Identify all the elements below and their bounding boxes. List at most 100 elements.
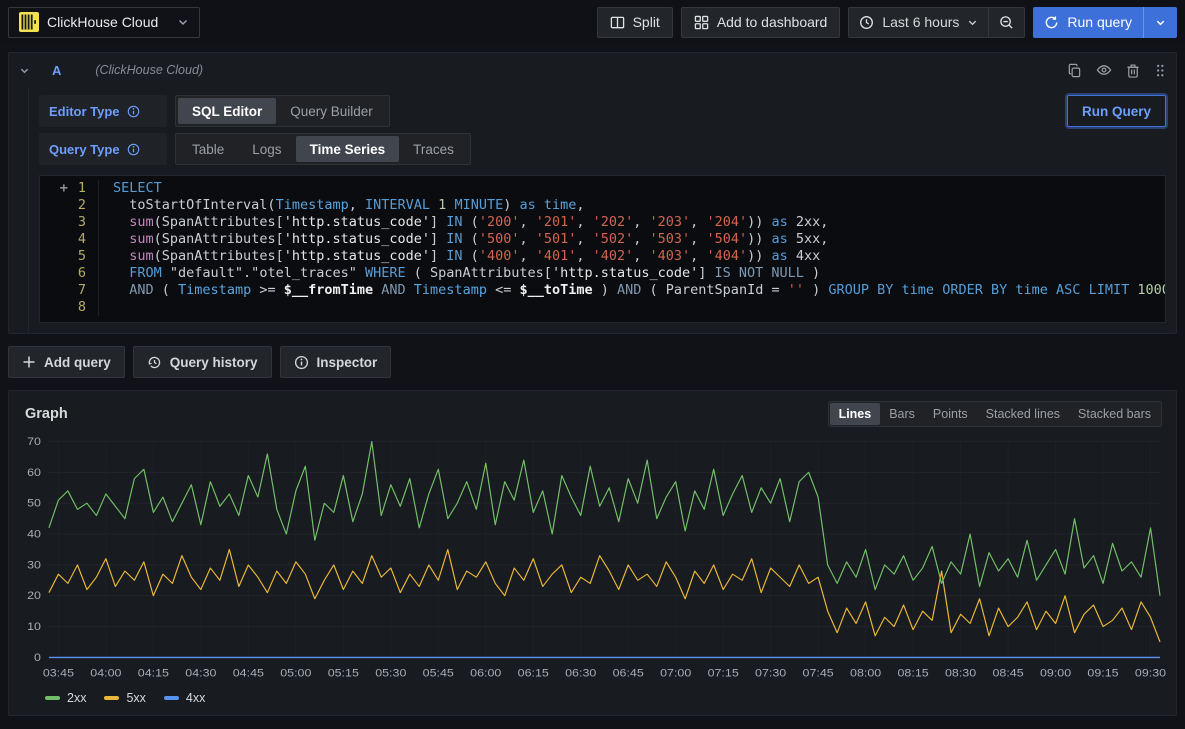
svg-text:06:45: 06:45 [613, 667, 645, 679]
sync-icon [1044, 15, 1059, 30]
legend-label: 4xx [186, 691, 205, 705]
graph-mode-option-bars[interactable]: Bars [880, 403, 924, 425]
code-line[interactable]: 5 sum(SpanAttributes['http.status_code']… [40, 248, 1165, 265]
code-line[interactable]: 2 toStartOfInterval(Timestamp, INTERVAL … [40, 197, 1165, 214]
duplicate-query-icon[interactable] [1067, 63, 1082, 78]
legend-label: 2xx [67, 691, 86, 705]
line-number: 6 [40, 265, 98, 282]
time-range-picker[interactable]: Last 6 hours [849, 8, 988, 37]
split-button[interactable]: Split [597, 7, 673, 38]
legend-swatch-5xx [104, 696, 119, 700]
query-type-option-table[interactable]: Table [178, 136, 238, 162]
code-line[interactable]: +1SELECT [40, 180, 1165, 197]
line-number: 2 [40, 197, 98, 214]
code-line[interactable]: 6 FROM "default"."otel_traces" WHERE ( S… [40, 265, 1165, 282]
run-query-editor-button[interactable]: Run Query [1067, 95, 1166, 127]
graph-panel: Graph LinesBarsPointsStacked linesStacke… [8, 390, 1177, 716]
graph-mode-radio-group: LinesBarsPointsStacked linesStacked bars [828, 401, 1162, 427]
zoom-out-time-button[interactable] [989, 8, 1024, 37]
graph-panel-title: Graph [25, 406, 68, 422]
query-datasource-hint: (ClickHouse Cloud) [95, 63, 203, 77]
explore-toolbar: ClickHouse Cloud Split Add to dashboard … [0, 0, 1185, 44]
run-query-split-button: Run query [1033, 7, 1177, 38]
svg-text:60: 60 [27, 467, 41, 479]
graph-mode-option-points[interactable]: Points [924, 403, 977, 425]
line-number: 4 [40, 231, 98, 248]
add-to-dashboard-label: Add to dashboard [717, 14, 828, 30]
graph-mode-option-stacked-lines[interactable]: Stacked lines [977, 403, 1069, 425]
run-query-dropdown[interactable] [1144, 7, 1177, 38]
legend-item-2xx[interactable]: 2xx [45, 691, 86, 705]
query-editor-panel: A (ClickHouse Cloud) Editor Type [8, 52, 1177, 334]
line-number: 5 [40, 248, 98, 265]
editor-type-option-sql-editor[interactable]: SQL Editor [178, 98, 276, 124]
query-type-option-logs[interactable]: Logs [238, 136, 295, 162]
datasource-label: ClickHouse Cloud [47, 14, 169, 30]
svg-text:04:00: 04:00 [90, 667, 122, 679]
graph-mode-option-stacked-bars[interactable]: Stacked bars [1069, 403, 1160, 425]
svg-text:04:45: 04:45 [233, 667, 265, 679]
zoom-out-icon [999, 15, 1014, 30]
graph-mode-option-lines[interactable]: Lines [830, 403, 881, 425]
code-line[interactable]: 4 sum(SpanAttributes['http.status_code']… [40, 231, 1165, 248]
svg-text:09:15: 09:15 [1087, 667, 1119, 679]
info-circle-icon [294, 355, 309, 370]
dashboard-grid-icon [694, 15, 709, 30]
svg-text:09:30: 09:30 [1135, 667, 1166, 679]
code-line[interactable]: 8 [40, 299, 1165, 316]
split-icon [610, 15, 625, 30]
query-history-button[interactable]: Query history [133, 346, 272, 378]
legend-item-5xx[interactable]: 5xx [104, 691, 145, 705]
query-type-option-traces[interactable]: Traces [399, 136, 468, 162]
history-icon [147, 355, 162, 370]
chevron-down-icon [177, 16, 189, 28]
add-to-dashboard-button[interactable]: Add to dashboard [681, 7, 841, 38]
svg-text:07:30: 07:30 [755, 667, 787, 679]
svg-text:70: 70 [27, 436, 41, 448]
query-type-field-label: Query Type [39, 133, 167, 165]
query-type-radio-group: TableLogsTime SeriesTraces [175, 133, 471, 165]
time-range-label: Last 6 hours [882, 14, 959, 30]
line-number: 3 [40, 214, 98, 231]
collapse-chevron-icon[interactable] [19, 65, 30, 76]
svg-text:0: 0 [34, 652, 41, 664]
svg-text:05:30: 05:30 [375, 667, 407, 679]
editor-type-field-label: Editor Type [39, 95, 167, 127]
info-circle-icon[interactable] [127, 143, 140, 156]
sql-code-editor[interactable]: +1SELECT2 toStartOfInterval(Timestamp, I… [39, 175, 1166, 323]
line-number: +1 [40, 180, 98, 197]
svg-text:05:15: 05:15 [328, 667, 360, 679]
info-circle-icon[interactable] [127, 105, 140, 118]
legend-swatch-4xx [164, 696, 179, 700]
svg-text:06:00: 06:00 [470, 667, 502, 679]
editor-type-option-query-builder[interactable]: Query Builder [276, 98, 387, 124]
svg-text:06:30: 06:30 [565, 667, 597, 679]
svg-text:08:15: 08:15 [898, 667, 930, 679]
legend-item-4xx[interactable]: 4xx [164, 691, 205, 705]
code-line[interactable]: 3 sum(SpanAttributes['http.status_code']… [40, 214, 1165, 231]
drag-handle-icon[interactable] [1154, 63, 1166, 78]
split-label: Split [633, 14, 660, 30]
time-series-chart[interactable]: 01020304050607003:4504:0004:1504:3004:45… [19, 431, 1166, 689]
datasource-picker[interactable]: ClickHouse Cloud [8, 7, 200, 38]
svg-text:07:45: 07:45 [803, 667, 835, 679]
query-type-option-time-series[interactable]: Time Series [296, 136, 400, 162]
svg-text:05:00: 05:00 [280, 667, 312, 679]
query-row-header[interactable]: A (ClickHouse Cloud) [9, 53, 1176, 87]
inspector-button[interactable]: Inspector [280, 346, 392, 378]
chart-legend: 2xx 5xx 4xx [19, 689, 1166, 709]
svg-text:50: 50 [27, 497, 41, 509]
time-controls: Last 6 hours [848, 7, 1025, 38]
add-query-button[interactable]: Add query [8, 346, 125, 378]
run-query-button[interactable]: Run query [1033, 7, 1143, 38]
code-line[interactable]: 7 AND ( Timestamp >= $__fromTime AND Tim… [40, 282, 1165, 299]
clock-icon [859, 15, 874, 30]
hide-query-eye-icon[interactable] [1096, 62, 1112, 78]
query-ref-id: A [52, 63, 61, 78]
chevron-down-icon [1155, 17, 1166, 28]
line-number: 8 [40, 299, 98, 316]
svg-text:30: 30 [27, 559, 41, 571]
svg-text:40: 40 [27, 528, 41, 540]
delete-query-trash-icon[interactable] [1126, 63, 1140, 78]
svg-text:20: 20 [27, 590, 41, 602]
